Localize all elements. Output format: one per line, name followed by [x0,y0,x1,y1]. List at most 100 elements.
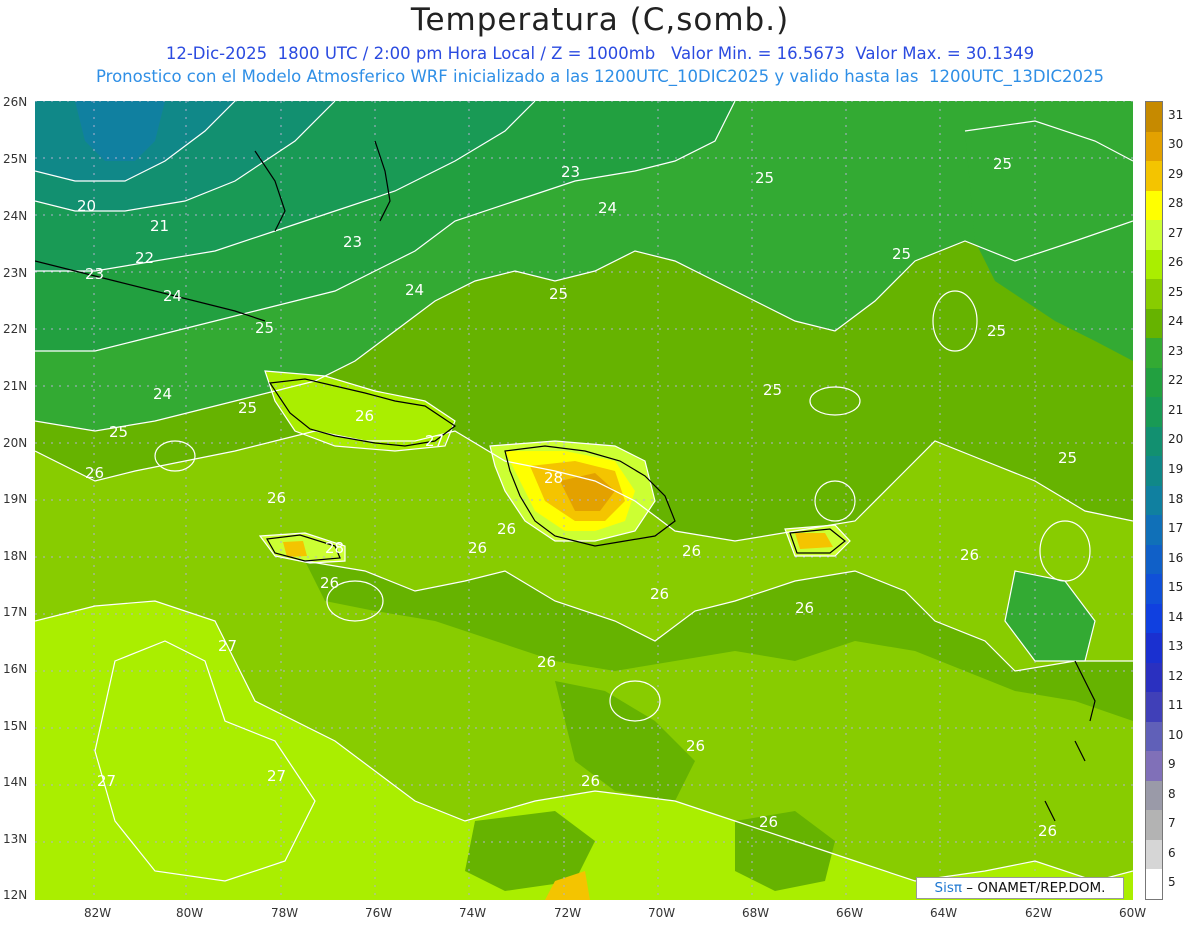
contour-label: 26 [960,546,979,564]
lon-label: 68W [742,906,770,920]
contour-label: 25 [1058,449,1077,467]
colorbar-segment [1146,721,1162,752]
lon-label: 78W [271,906,299,920]
lon-label: 74W [459,906,487,920]
lon-label: 62W [1025,906,1053,920]
contour-label: 23 [85,265,104,283]
contour-label: 26 [1038,822,1057,840]
contour-label: 26 [682,542,701,560]
lat-label: 16N [3,662,28,676]
colorbar-label: 30 [1168,137,1184,152]
colorbar-segment [1146,515,1162,546]
lat-label: 19N [3,492,28,506]
contour-label: 27 [97,772,116,790]
lon-label: 60W [1119,906,1147,920]
contour-label: 26 [497,520,516,538]
colorbar-segment [1146,869,1162,900]
colorbar-label: 9 [1168,757,1176,772]
lat-label: 13N [3,832,28,846]
lon-label: 82W [84,906,112,920]
colorbar-label: 29 [1168,166,1184,181]
colorbar-label: 26 [1168,255,1184,270]
contour-label: 25 [987,322,1006,340]
colorbar-segment [1146,780,1162,811]
colorbar-segment [1146,839,1162,870]
contour-label: 25 [892,245,911,263]
contour-label: 26 [650,585,669,603]
lat-label: 22N [3,322,28,336]
credit-text: – ONAMET/REP.DOM. [966,880,1106,896]
contour-label: 26 [759,813,778,831]
colorbar-label: 22 [1168,373,1184,388]
contour-label: 25 [238,399,257,417]
colorbar-segment [1146,544,1162,575]
contour-label: 25 [109,423,128,441]
contour-label: 27 [267,767,286,785]
colorbar-label: 13 [1168,639,1184,654]
colorbar-segment [1146,279,1162,310]
colorbar-segment [1146,102,1162,133]
contour-label: 28 [325,539,344,557]
lat-label: 20N [3,436,28,450]
colorbar-label: 7 [1168,816,1176,831]
contour-label: 25 [763,381,782,399]
temperature-map: 20 21 22 23 23 23 24 24 24 24 25 25 25 2… [35,101,1133,900]
colorbar-segment [1146,574,1162,605]
colorbar-segment [1146,692,1162,723]
lon-label: 72W [554,906,582,920]
lat-label: 26N [3,95,28,109]
colorbar-segment [1146,426,1162,457]
colorbar-segment [1146,190,1162,221]
contour-label: 21 [150,217,169,235]
contour-label: 25 [549,285,568,303]
contour-label: 26 [267,489,286,507]
colorbar-segment [1146,633,1162,664]
contour-label: 24 [405,281,424,299]
colorbar-label: 14 [1168,609,1184,624]
colorbar-segment [1146,662,1162,693]
lon-label: 76W [365,906,393,920]
colorbar-label: 11 [1168,698,1184,713]
contour-label: 26 [320,574,339,592]
colorbar-label: 25 [1168,284,1184,299]
contour-label: 26 [537,653,556,671]
colorbar-label: 31 [1168,107,1184,122]
colorbar-label: 24 [1168,314,1184,329]
colorbar-label: 8 [1168,786,1176,801]
contour-label: 20 [77,197,96,215]
colorbar-segment [1146,367,1162,398]
colorbar-segment [1146,338,1162,369]
lat-label: 18N [3,549,28,563]
contour-label: 27 [425,432,444,450]
colorbar-label: 10 [1168,727,1184,742]
contour-label: 24 [163,287,182,305]
colorbar-label: 20 [1168,432,1184,447]
colorbar-label: 17 [1168,521,1184,536]
lon-label: 80W [176,906,204,920]
contour-label: 28 [544,469,563,487]
contour-label: 23 [561,163,580,181]
map-title: Temperatura (C,somb.) [410,2,790,38]
colorbar-label: 16 [1168,550,1184,565]
colorbar [1145,101,1163,900]
colorbar-label: 5 [1168,875,1176,890]
colorbar-segment [1146,456,1162,487]
colorbar-label: 28 [1168,196,1184,211]
sis-logo: Sisπ [934,880,963,896]
colorbar-segment [1146,397,1162,428]
lon-label: 70W [648,906,676,920]
lat-label: 24N [3,209,28,223]
lon-label: 66W [836,906,864,920]
colorbar-segment [1146,603,1162,634]
contour-label: 23 [343,233,362,251]
contour-label: 24 [598,199,617,217]
lat-label: 23N [3,266,28,280]
lat-label: 15N [3,719,28,733]
colorbar-label: 21 [1168,402,1184,417]
lat-label: 12N [3,888,28,902]
colorbar-label: 19 [1168,461,1184,476]
contour-label: 26 [795,599,814,617]
colorbar-segment [1146,131,1162,162]
lat-label: 21N [3,379,28,393]
colorbar-segment [1146,220,1162,251]
